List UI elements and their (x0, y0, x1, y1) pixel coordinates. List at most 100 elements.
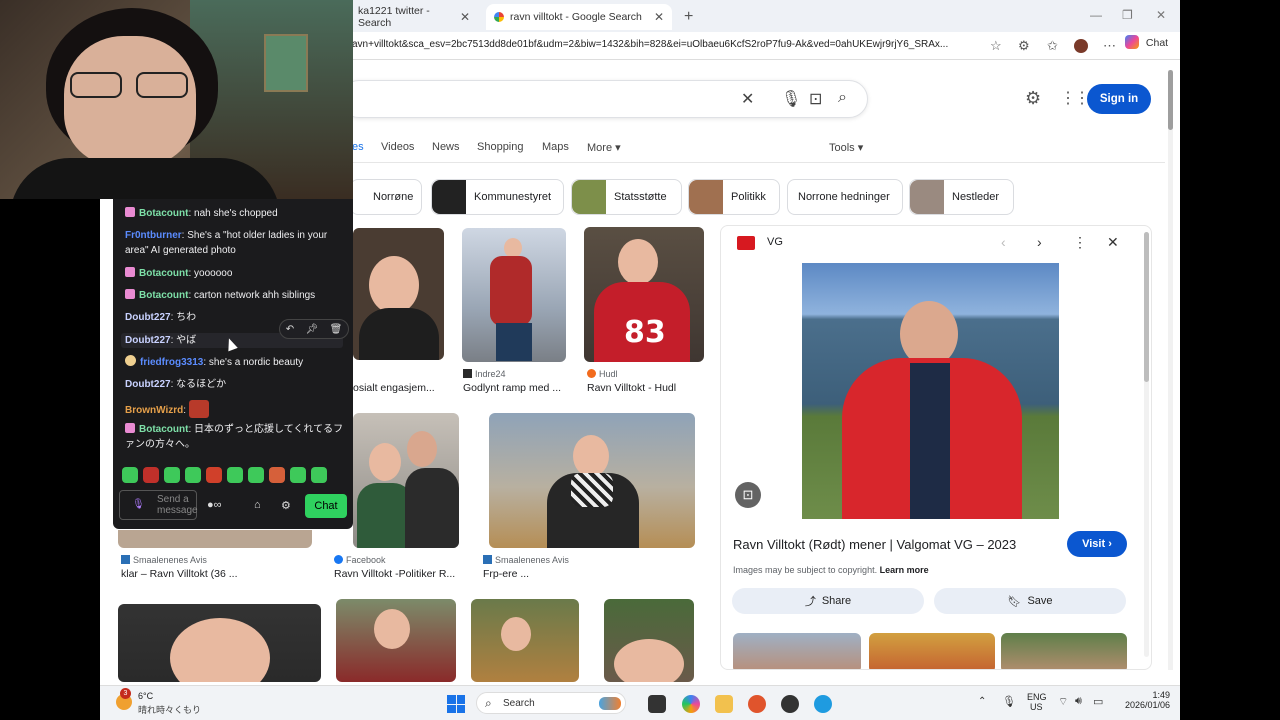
lens-icon[interactable]: ⊡ (809, 89, 822, 109)
mic-tray-icon[interactable]: 🎙︎ (1002, 695, 1016, 708)
delete-icon[interactable]: 🗑︎ (330, 324, 343, 335)
taskbar-search[interactable]: ⌕ Search (476, 692, 626, 714)
chat-username[interactable]: friedfrog3313 (140, 357, 203, 368)
favorites-icon[interactable]: ✩ (1047, 38, 1058, 54)
windows-start-icon[interactable] (447, 695, 465, 713)
emote-icon[interactable] (269, 467, 285, 483)
clear-icon[interactable]: ✕ (741, 89, 754, 109)
battery-icon[interactable]: ▭ (1093, 695, 1103, 708)
pin-icon[interactable]: 📌︎ (305, 324, 318, 335)
preview-image[interactable] (802, 263, 1059, 519)
close-window-icon[interactable]: ✕ (1156, 8, 1166, 22)
emote-icon[interactable] (122, 467, 138, 483)
result-image[interactable] (118, 604, 321, 682)
result-image[interactable]: 83 (584, 227, 704, 362)
chip-kommunestyret[interactable]: Kommunestyret (431, 179, 564, 215)
task-view-icon[interactable] (648, 695, 666, 713)
close-tab-icon[interactable]: ✕ (654, 10, 664, 24)
new-tab-button[interactable]: + (676, 4, 701, 30)
emote-icon[interactable] (185, 467, 201, 483)
firefox-icon[interactable] (748, 695, 766, 713)
edge-icon[interactable] (814, 695, 832, 713)
chat-username[interactable]: Doubt227 (125, 379, 171, 390)
chat-username[interactable]: Doubt227 (125, 335, 171, 346)
chat-settings-icon[interactable]: ⚙ (281, 499, 291, 512)
mic-icon[interactable]: 🎙︎ (132, 499, 145, 510)
mic-icon[interactable]: 🎙 (781, 89, 801, 109)
sign-in-button[interactable]: Sign in (1087, 84, 1151, 114)
tab-news[interactable]: News (432, 141, 460, 153)
chat-username[interactable]: Botacount (139, 208, 188, 219)
maximize-icon[interactable]: ❐ (1122, 8, 1133, 22)
share-button[interactable]: ⤴ Share (732, 588, 924, 614)
chip-nestleder[interactable]: Nestleder (909, 179, 1014, 215)
related-image[interactable] (869, 633, 995, 669)
page-scrollbar[interactable] (1168, 70, 1173, 670)
show-hidden-icons[interactable]: ⌃ (978, 696, 986, 707)
panel-source[interactable]: VG (767, 236, 783, 248)
panel-scrollbar[interactable] (1144, 232, 1149, 657)
copilot-taskbar-icon[interactable] (682, 695, 700, 713)
related-image[interactable] (733, 633, 861, 669)
chip-politikk[interactable]: Politikk (688, 179, 780, 215)
result-image[interactable] (336, 599, 456, 682)
store-icon[interactable]: ⌂ (254, 499, 261, 511)
chat-username[interactable]: Doubt227 (125, 312, 171, 323)
result-image[interactable] (353, 228, 444, 360)
emote-icon[interactable] (311, 467, 327, 483)
panel-title[interactable]: Ravn Villtokt (Rødt) mener | Valgomat VG… (733, 537, 1016, 552)
close-tab-icon[interactable]: ✕ (460, 10, 470, 24)
result-title[interactable]: Frp-ere ... (483, 568, 529, 580)
result-title[interactable]: Ravn Villtokt -Politiker R... (334, 568, 455, 580)
result-title[interactable]: Godlynt ramp med ... (463, 382, 561, 394)
tab-maps[interactable]: Maps (542, 141, 569, 153)
lens-search-icon[interactable]: ⊡ (735, 482, 761, 508)
chat-username[interactable]: Fr0ntburner (125, 230, 182, 241)
more-menu-icon[interactable]: ⋯ (1103, 38, 1116, 54)
chat-username[interactable]: BrownWizrd (125, 405, 183, 416)
result-image[interactable] (118, 530, 312, 548)
tab-videos[interactable]: Videos (381, 141, 414, 153)
tools-button[interactable]: Tools ▾ (829, 141, 863, 154)
visit-button[interactable]: Visit › (1067, 531, 1127, 557)
emote-icon[interactable] (290, 467, 306, 483)
result-image[interactable] (489, 413, 695, 548)
url-field[interactable]: avn+villtokt&sca_esv=2bc7513dd8de01bf&ud… (352, 39, 982, 50)
copilot-chat-button[interactable]: Chat (1125, 35, 1168, 49)
emote-icon[interactable] (248, 467, 264, 483)
result-title[interactable]: klar – Ravn Villtokt (36 ... (121, 568, 238, 580)
chat-input[interactable]: 🎙︎ Send a message (119, 490, 198, 520)
file-explorer-icon[interactable] (715, 695, 733, 713)
star-icon[interactable]: ☆ (990, 38, 1002, 54)
save-button[interactable]: 🔖︎ Save (934, 588, 1126, 614)
next-image-icon[interactable]: › (1037, 234, 1042, 250)
learn-more-link[interactable]: Learn more (880, 565, 929, 575)
chat-username[interactable]: Botacount (139, 268, 188, 279)
obs-icon[interactable] (781, 695, 799, 713)
profile-avatar[interactable] (1074, 39, 1088, 53)
result-title[interactable]: osialt engasjem... (353, 382, 435, 394)
result-image[interactable] (471, 599, 579, 682)
search-box[interactable]: ✕ 🎙 ⊡ ⌕ (340, 80, 868, 118)
reply-icon[interactable]: ↶ (286, 324, 294, 335)
tab-shopping[interactable]: Shopping (477, 141, 524, 153)
result-image[interactable] (462, 228, 566, 362)
minimize-icon[interactable]: — (1090, 8, 1102, 22)
chat-username[interactable]: Botacount (139, 424, 188, 435)
extensions-icon[interactable]: ⚙ (1018, 38, 1030, 54)
clock[interactable]: 1:49 2026/01/06 (1120, 690, 1170, 710)
tab-images[interactable]: es (352, 141, 364, 153)
tab-more[interactable]: More ▾ (587, 141, 621, 154)
result-image[interactable] (604, 599, 694, 682)
result-image[interactable] (353, 413, 459, 548)
more-options-icon[interactable]: ⋮ (1073, 234, 1087, 251)
chip-norrone-hedninger[interactable]: Norrone hedninger (787, 179, 903, 215)
tab-twitter-search[interactable]: ka1221 twitter - Search ✕ (350, 4, 478, 30)
bits-icon[interactable]: ●∞ (207, 499, 222, 511)
prev-image-icon[interactable]: ‹ (1001, 234, 1006, 250)
chat-username[interactable]: Botacount (139, 290, 188, 301)
chip-statsstotte[interactable]: Statsstøtte (571, 179, 682, 215)
search-icon[interactable]: ⌕ (838, 89, 847, 107)
tab-google-search[interactable]: ravn villtokt - Google Search ✕ (486, 4, 672, 30)
related-image[interactable] (1001, 633, 1127, 669)
